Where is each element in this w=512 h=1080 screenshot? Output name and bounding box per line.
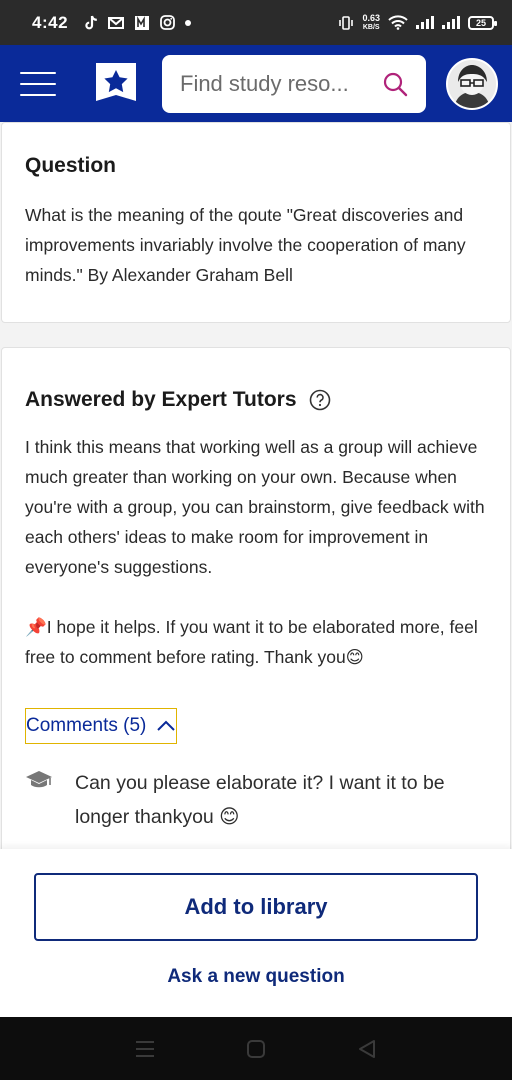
home-icon[interactable] [246,1039,266,1059]
signal-icon [416,16,434,29]
app-header: Find study reso... [0,45,512,122]
wifi-icon [388,15,408,30]
comments-toggle-button[interactable]: Comments (5) [25,708,178,744]
network-speed: 0.63 KB/S [362,12,380,31]
question-text: What is the meaning of the qoute "Great … [25,205,466,285]
tiktok-icon [85,15,97,29]
search-placeholder: Find study reso... [180,70,349,96]
system-status: 0.63 KB/S 25 [338,12,497,32]
chevron-up-icon [157,720,176,731]
vibrate-icon [339,15,354,30]
question-card: Question What is the meaning of the qout… [1,122,511,323]
signal-icon-2 [442,16,460,29]
status-time: 4:42 [32,12,69,32]
system-navigation-bar [0,1017,512,1080]
avatar[interactable] [446,57,498,110]
status-bar: 4:42 0.63 KB/S 25 [0,0,512,45]
answer-heading-row: Answered by Expert Tutors [25,388,487,412]
menu-icon[interactable] [20,70,56,98]
gmail-icon [108,16,125,29]
dot-icon [185,19,192,26]
instagram-icon [160,15,175,30]
recents-icon[interactable] [135,1040,155,1058]
help-icon[interactable] [309,389,331,411]
ask-new-question-link[interactable]: Ask a new question [0,966,512,988]
search-input[interactable]: Find study reso... [162,54,426,113]
add-to-library-button[interactable]: Add to library [34,873,478,941]
notification-icons [84,15,192,31]
graduation-cap-icon [26,771,52,788]
comment-text: Can you please elaborate it? I want it t… [75,772,445,828]
back-icon[interactable] [357,1039,377,1059]
question-heading: Question [25,154,117,177]
bottom-action-panel: Add to library Ask a new question [0,849,512,1017]
answer-card: Answered by Expert Tutors I think this m… [1,347,511,867]
search-icon[interactable] [382,71,408,97]
answer-paragraph: I think this means that working well as … [25,437,485,577]
star-bookmark-logo[interactable] [94,61,138,107]
battery-icon: 25 [468,15,497,30]
answer-body: I think this means that working well as … [25,432,487,672]
avatar-image [448,59,496,108]
comment-item: Can you please elaborate it? I want it t… [25,766,487,834]
answer-paragraph: 📌I hope it helps. If you want it to be e… [25,617,478,667]
answer-heading: Answered by Expert Tutors [25,388,297,411]
comments-label: Comments (5) [26,715,147,736]
news-icon [135,15,150,30]
